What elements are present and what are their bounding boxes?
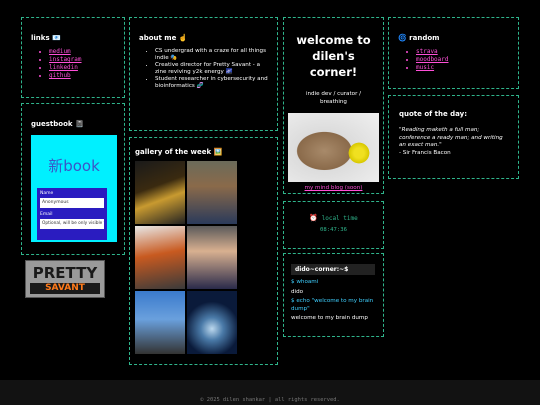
about-title: about me ☝️ [139,34,188,42]
random-card: 🌀 random stravamoodboardmusic [388,17,519,89]
picture-icon: 🖼️ [213,148,223,156]
random-link-item-0[interactable]: strava [416,48,509,56]
link-item-1[interactable]: instagram [49,56,115,64]
random-list: stravamoodboardmusic [398,48,509,72]
links-title: links 📧 [31,34,61,42]
footer-text: © 2025 dilen shankar | all rights reserv… [200,397,340,403]
name-field[interactable]: Anonymous [40,198,104,208]
local-time-value: 08:47:36 [320,227,347,233]
terminal-line: $ whoami [291,279,319,285]
welcome-subtitle: indie dev / curator / breathing [305,91,362,105]
email-label: Email [40,212,53,217]
about-item-0: CS undergrad with a craze for all things… [155,48,268,62]
welcome-title: welcome to dilen's corner! [296,33,371,79]
gallery-photo-3[interactable] [135,226,185,289]
gallery-title: gallery of the week 🖼️ [135,148,223,156]
name-label: Name [40,191,54,196]
guestbook-widget[interactable]: 新book Name Anonymous Email Optional, wil… [31,135,117,242]
gallery-grid [135,161,272,354]
quote-title: quote of the day: [399,110,468,118]
guestbook-card: guestbook 📓 新book Name Anonymous Email O… [21,103,125,255]
about-item-2: Student researcher in cybersecurity and … [155,76,268,90]
gallery-photo-6[interactable] [187,291,237,354]
guestbook-title: guestbook 📓 [31,120,84,128]
terminal-output: $ whoami dido $ echo "welcome to my brain … [291,279,376,323]
terminal-prompt: dido~corner:~$ [291,264,375,275]
gallery-photo-4[interactable] [187,226,237,289]
gallery-photo-2[interactable] [187,161,237,224]
gallery-photo-5[interactable] [135,291,185,354]
local-time-label: ⏰ local time [309,214,358,222]
gallery-card: gallery of the week 🖼️ [129,137,278,365]
terminal-line: welcome to my brain dump [291,315,368,321]
random-title: 🌀 random [398,34,440,42]
about-list: CS undergrad with a craze for all things… [139,48,268,90]
gallery-photo-1[interactable] [135,161,185,224]
email-field[interactable]: Optional, will be only visible to you [40,219,104,229]
link-item-0[interactable]: medium [49,48,115,56]
flower-icon [347,141,371,165]
terminal-line: dido [291,288,304,295]
cat-image [288,113,379,182]
random-link-item-2[interactable]: music [416,64,509,72]
badge-line1: PRETTY [32,264,98,282]
footer: © 2025 dilen shankar | all rights reserv… [0,380,540,405]
terminal-card: dido~corner:~$ $ whoami dido $ echo "welco… [283,253,384,337]
welcome-card: welcome to dilen's corner! indie dev / c… [283,17,384,194]
badge-line2: SAVANT [30,283,100,294]
quote-author: - Sir Francis Bacon [399,149,451,156]
about-card: about me ☝️ CS undergrad with a craze fo… [129,17,278,131]
envelope-icon: 📧 [52,34,61,42]
pointing-up-icon: ☝️ [178,34,188,42]
terminal-line: $ echo "welcome to my brain dump" [291,298,374,312]
guestbook-form: Name Anonymous Email Optional, will be o… [37,188,107,240]
link-item-2[interactable]: linkedin [49,64,115,72]
blog-link[interactable]: my mind blog (soon) [288,185,379,191]
links-list: mediuminstagramlinkedingithub [31,48,115,80]
pretty-savant-badge[interactable]: PRETTY SAVANT [25,260,105,298]
random-link-item-1[interactable]: moodboard [416,56,509,64]
quote-text: "Reading maketh a full man; conference a… [399,127,503,148]
notebook-icon: 📓 [74,120,84,128]
guestbook-logo: 新book [48,157,100,175]
links-card: links 📧 mediuminstagramlinkedingithub [21,17,125,98]
link-item-3[interactable]: github [49,72,115,80]
cyclone-icon: 🌀 [398,34,407,42]
about-item-1: Creative director for Pretty Savant - a … [155,62,268,76]
quote-card: quote of the day: "Reading maketh a full… [388,95,519,179]
alarm-clock-icon: ⏰ [309,214,318,222]
local-time-card: ⏰ local time 08:47:36 [283,201,384,249]
